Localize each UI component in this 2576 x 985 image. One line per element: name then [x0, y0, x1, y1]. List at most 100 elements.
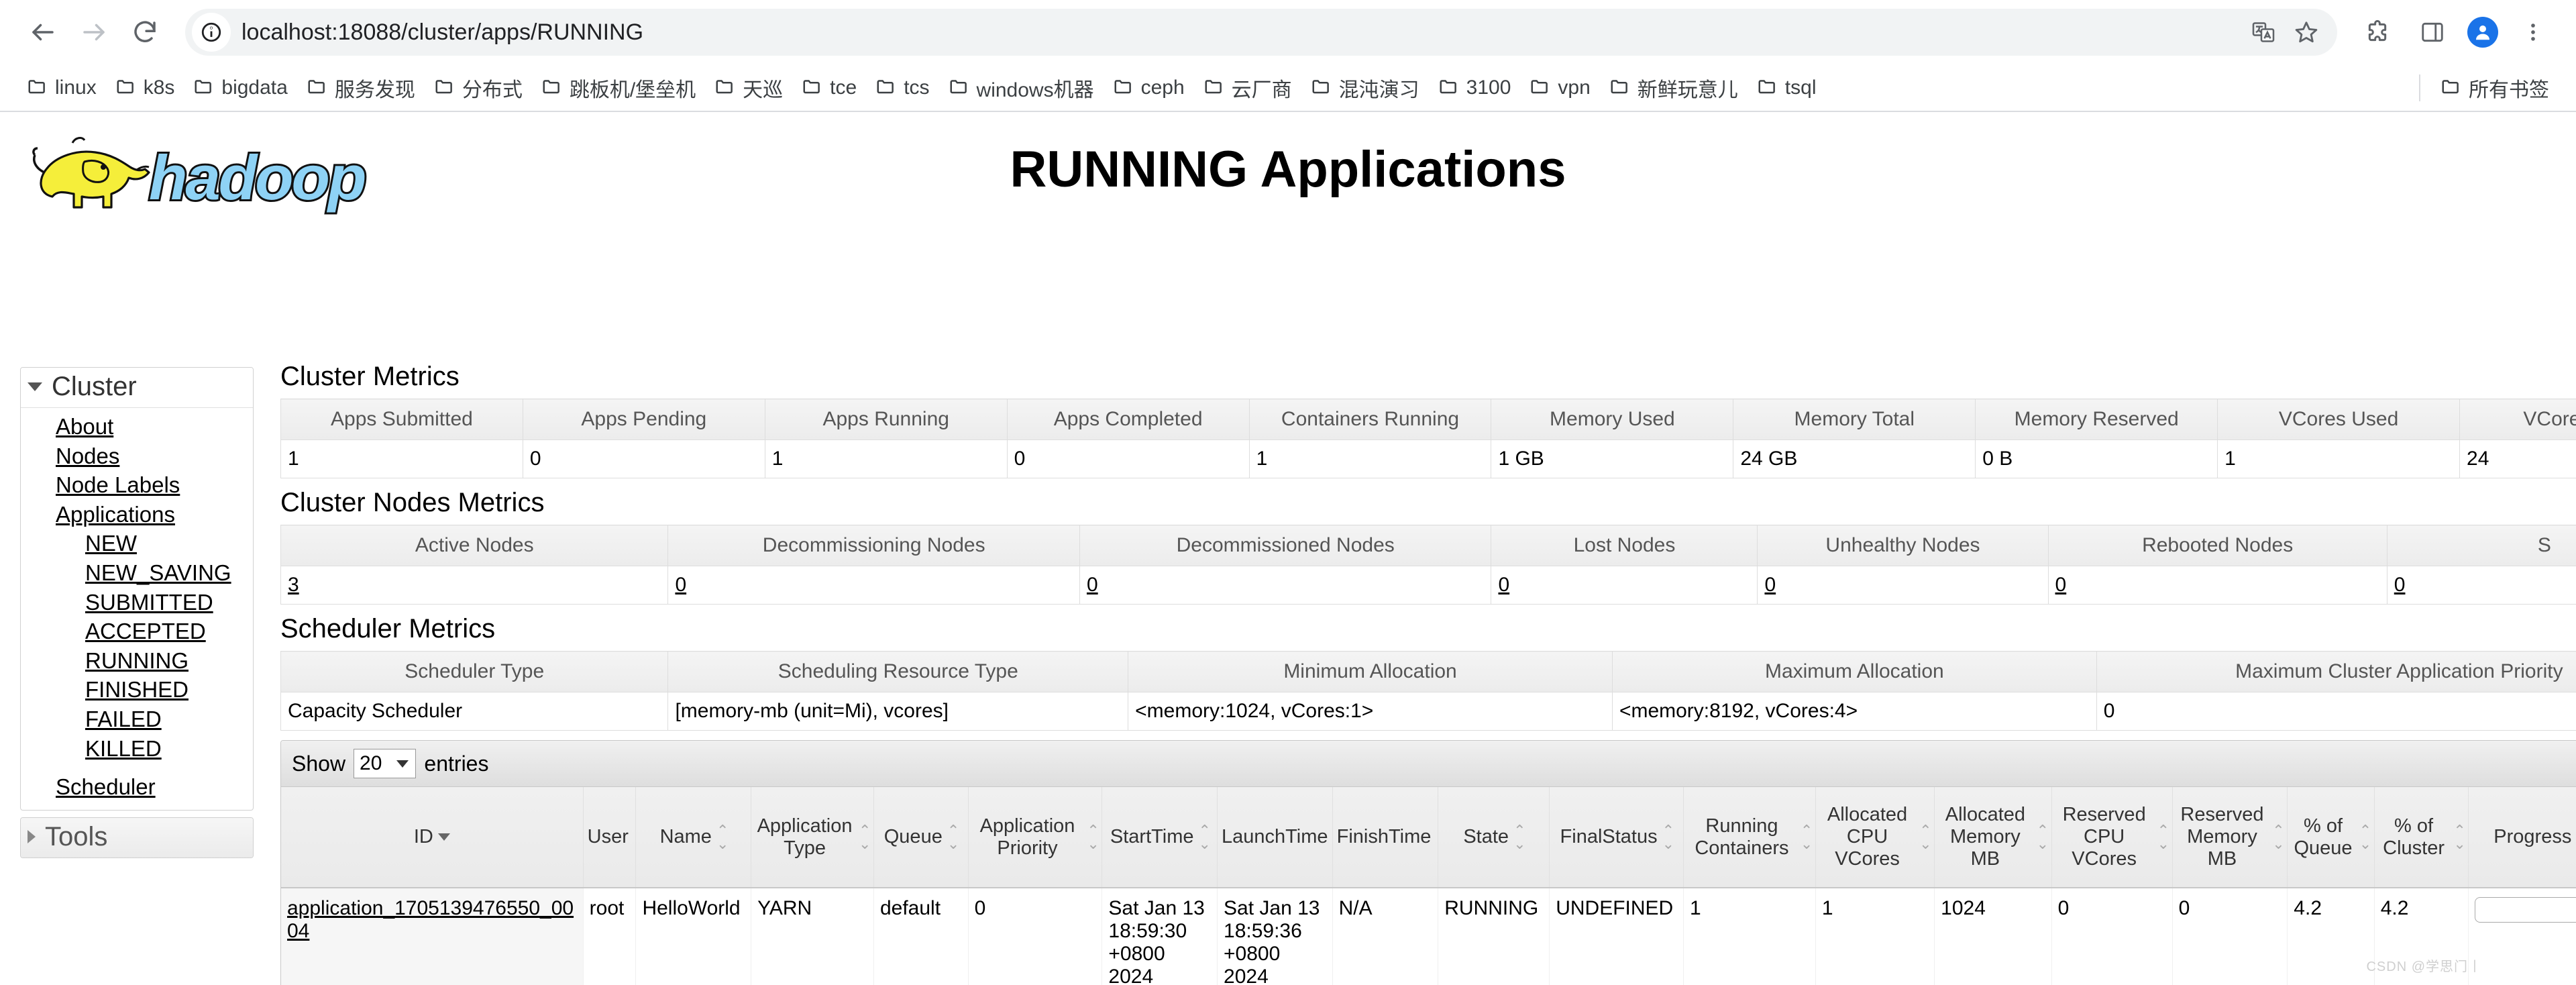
sidebar-item-new[interactable]: NEW [21, 529, 253, 558]
bookmark-label: 云厂商 [1231, 79, 1292, 101]
address-bar[interactable]: localhost:18088/cluster/apps/RUNNING [185, 9, 2337, 56]
col-pct-of-cluster[interactable]: % of Cluster ⌃ ⌄ [2374, 787, 2469, 888]
col-reserved-cpu-vcores[interactable]: Reserved CPU VCores ⌃ ⌄ [2051, 787, 2173, 888]
col-queue[interactable]: Queue ⌃ ⌄ [873, 787, 969, 888]
bookmark-item[interactable]: tcs [866, 72, 938, 103]
sidebar-item-killed[interactable]: KILLED [21, 734, 253, 764]
decommissioned-nodes-link[interactable]: 0 [1087, 574, 1098, 596]
bookmark-item[interactable]: ceph [1104, 72, 1194, 103]
unhealthy-nodes-link[interactable]: 0 [1764, 574, 1776, 596]
cell-state: RUNNING [1438, 888, 1550, 985]
cluster-panel-body: About Nodes Node Labels Applications NEW… [21, 408, 253, 810]
col-allocated-cpu-vcores[interactable]: Allocated CPU VCores ⌃ ⌄ [1815, 787, 1935, 888]
col-application-priority[interactable]: Application Priority ⌃ ⌄ [968, 787, 1103, 888]
sort-desc-icon [437, 833, 450, 841]
profile-button[interactable] [2462, 11, 2504, 53]
side-panel-button[interactable] [2407, 7, 2458, 58]
col-launch-time[interactable]: LaunchTime⌃⌄ [1217, 787, 1345, 888]
translate-button[interactable] [2242, 11, 2285, 54]
site-info-icon[interactable] [192, 13, 231, 52]
forward-button[interactable] [68, 7, 119, 58]
lost-nodes-link[interactable]: 0 [1498, 574, 1509, 596]
col-allocated-memory-mb[interactable]: Allocated Memory MB ⌃ ⌄ [1934, 787, 2052, 888]
col-running-containers[interactable]: Running Containers ⌃ ⌄ [1683, 787, 1816, 888]
col-maximum-allocation: Maximum Allocation [1611, 651, 2097, 692]
col-name[interactable]: Name ⌃ ⌄ [635, 787, 752, 888]
val-apps-submitted: 1 [280, 439, 523, 478]
bookmark-item[interactable]: 新鲜玩意儿 [1600, 69, 1748, 107]
col-finish-time[interactable]: FinishTime⌃⌄ [1332, 787, 1448, 888]
bookmark-item[interactable]: 混沌演习 [1301, 69, 1429, 107]
bookmark-item[interactable]: 3100 [1429, 72, 1521, 103]
bookmark-item[interactable]: 服务发现 [297, 69, 425, 107]
sort-both-icon: ⌃⌄ [1800, 821, 1813, 852]
val-decommissioning-nodes: 0 [667, 566, 1080, 605]
bookmark-item[interactable]: windows机器 [939, 69, 1104, 107]
all-bookmarks-button[interactable]: 所有书签 [2431, 69, 2559, 107]
bookmark-item[interactable]: 分布式 [425, 69, 532, 107]
bookmark-item[interactable]: tsql [1748, 72, 1826, 103]
col-final-status-label: FinalStatus [1560, 826, 1658, 847]
val-vcores-total: 24 [2459, 439, 2576, 478]
col-user[interactable]: User⌃⌄ [583, 787, 645, 888]
active-nodes-link[interactable]: 3 [288, 574, 299, 596]
col-reserved-memory-mb[interactable]: Reserved Memory MB ⌃ ⌄ [2172, 787, 2288, 888]
cell-user: root [583, 888, 637, 985]
val-maximum-allocation: <memory:8192, vCores:4> [1611, 692, 2097, 731]
reload-button[interactable] [119, 7, 170, 58]
main-content: Cluster Metrics Apps Submitted Apps Pend… [280, 362, 2576, 985]
bookmark-star-button[interactable] [2285, 11, 2328, 54]
sidebar-item-nodes[interactable]: Nodes [21, 442, 253, 471]
col-apps-pending: Apps Pending [522, 399, 765, 440]
scheduler-metrics-title: Scheduler Metrics [280, 614, 496, 643]
bookmark-item[interactable]: 跳板机/堡垒机 [532, 69, 705, 107]
bookmark-item[interactable]: vpn [1520, 72, 1599, 103]
val-vcores-used: 1 [2217, 439, 2461, 478]
sidebar-item-node-labels[interactable]: Node Labels [21, 470, 253, 500]
col-final-status[interactable]: FinalStatus ⌃ ⌄ [1549, 787, 1684, 888]
cell-name: HelloWorld [635, 888, 752, 985]
col-state[interactable]: State ⌃ ⌄ [1438, 787, 1550, 888]
browser-chrome: localhost:18088/cluster/apps/RUNNING lin… [0, 0, 2576, 112]
bookmark-item[interactable]: 云厂商 [1194, 69, 1301, 107]
tools-panel-header[interactable]: Tools [21, 817, 253, 858]
back-button[interactable] [17, 7, 68, 58]
col-name-label: Name [659, 826, 712, 847]
sidebar-item-accepted[interactable]: ACCEPTED [21, 617, 253, 646]
shutdown-nodes-link[interactable]: 0 [2394, 574, 2406, 596]
bookmark-item[interactable]: linux [17, 72, 106, 103]
col-progress[interactable]: Progress⌃⌄ [2468, 787, 2576, 888]
bookmark-item[interactable]: k8s [106, 72, 184, 103]
cell-final-status: UNDEFINED [1549, 888, 1684, 985]
bookmark-item[interactable]: bigdata [184, 72, 297, 103]
bookmark-label: 新鲜玩意儿 [1637, 79, 1738, 101]
sidebar-item-applications[interactable]: Applications [21, 500, 253, 529]
sidebar-item-new-saving[interactable]: NEW_SAVING [21, 558, 253, 588]
sidebar-item-submitted[interactable]: SUBMITTED [21, 588, 253, 617]
cluster-metrics-table: Apps Submitted Apps Pending Apps Running… [280, 399, 2576, 478]
extensions-button[interactable] [2352, 7, 2403, 58]
val-decommissioned-nodes: 0 [1079, 566, 1492, 605]
decommissioning-nodes-link[interactable]: 0 [675, 574, 686, 596]
sidebar-item-about[interactable]: About [21, 412, 253, 442]
cluster-panel-header[interactable]: Cluster [21, 368, 253, 408]
page-length-select[interactable]: 20 [354, 749, 417, 778]
sidebar-item-running[interactable]: RUNNING [21, 646, 253, 676]
browser-menu-button[interactable] [2508, 7, 2559, 58]
bookmark-label: 天巡 [743, 79, 784, 101]
sort-both-icon: ⌃⌄ [716, 821, 729, 852]
col-id[interactable]: ID [281, 787, 584, 888]
forward-arrow-icon [80, 18, 108, 46]
table-header-row: Apps Submitted Apps Pending Apps Running… [280, 399, 2576, 440]
col-start-time[interactable]: StartTime ⌃ ⌄ [1102, 787, 1218, 888]
sidebar-item-failed[interactable]: FAILED [21, 705, 253, 734]
sidebar-item-scheduler[interactable]: Scheduler [21, 772, 253, 802]
bookmark-item[interactable]: 天巡 [705, 69, 792, 107]
col-application-type[interactable]: Application Type ⌃ ⌄ [751, 787, 874, 888]
table-row: Capacity Scheduler [memory-mb (unit=Mi),… [280, 692, 2576, 731]
sidebar-item-finished[interactable]: FINISHED [21, 675, 253, 705]
rebooted-nodes-link[interactable]: 0 [2055, 574, 2067, 596]
col-pct-of-queue[interactable]: % of Queue ⌃ ⌄ [2287, 787, 2375, 888]
bookmark-item[interactable]: tce [792, 72, 866, 103]
application-id-link[interactable]: application_1705139476550_0004 [287, 897, 574, 942]
